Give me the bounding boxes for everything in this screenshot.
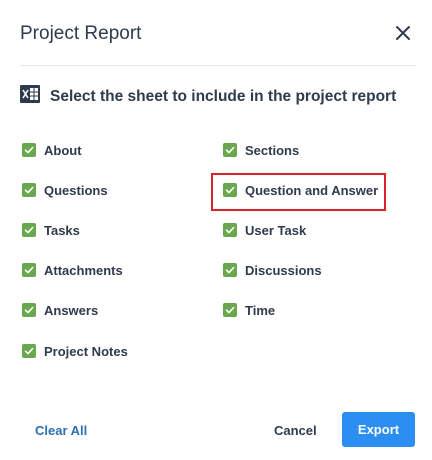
checkbox-tasks[interactable] bbox=[22, 223, 36, 237]
checkmark-icon bbox=[24, 186, 34, 194]
checkbox-answers[interactable] bbox=[22, 303, 36, 317]
project-report-dialog: Project Report Select the sheet to inclu… bbox=[0, 0, 432, 460]
option-discussions[interactable]: Discussions bbox=[223, 260, 322, 280]
checkmark-icon bbox=[225, 146, 235, 154]
checkbox-about[interactable] bbox=[22, 143, 36, 157]
prompt-text: Select the sheet to include in the proje… bbox=[50, 88, 397, 105]
checkmark-icon bbox=[225, 306, 235, 314]
header-divider bbox=[20, 65, 416, 66]
checkbox-discussions[interactable] bbox=[223, 263, 237, 277]
option-label: User Task bbox=[245, 222, 307, 238]
prompt-row: Select the sheet to include in the proje… bbox=[20, 85, 416, 109]
checkmark-icon bbox=[24, 226, 34, 234]
checkbox-project-notes[interactable] bbox=[22, 344, 36, 358]
excel-sheet-icon bbox=[20, 85, 40, 103]
export-button[interactable]: Export bbox=[342, 412, 415, 447]
option-time[interactable]: Time bbox=[223, 300, 275, 320]
option-project-notes[interactable]: Project Notes bbox=[22, 341, 128, 361]
option-user-task[interactable]: User Task bbox=[223, 220, 306, 240]
option-label: Attachments bbox=[44, 262, 123, 278]
option-label: Project Notes bbox=[44, 343, 128, 359]
option-label: Discussions bbox=[245, 262, 322, 278]
option-answers[interactable]: Answers bbox=[22, 300, 98, 320]
checkbox-user-task[interactable] bbox=[223, 223, 237, 237]
dialog-title: Project Report bbox=[20, 23, 142, 44]
option-about[interactable]: About bbox=[22, 140, 82, 160]
option-label: Questions bbox=[44, 182, 108, 198]
checkbox-questions[interactable] bbox=[22, 183, 36, 197]
checkbox-attachments[interactable] bbox=[22, 263, 36, 277]
option-attachments[interactable]: Attachments bbox=[22, 260, 123, 280]
option-tasks[interactable]: Tasks bbox=[22, 220, 80, 240]
checkmark-icon bbox=[24, 347, 34, 355]
option-label: Answers bbox=[44, 302, 99, 318]
checkbox-time[interactable] bbox=[223, 303, 237, 317]
option-label: Tasks bbox=[44, 222, 80, 238]
option-label: About bbox=[44, 142, 82, 158]
checkmark-icon bbox=[225, 226, 235, 234]
checkbox-sections[interactable] bbox=[223, 143, 237, 157]
option-sections[interactable]: Sections bbox=[223, 140, 299, 160]
close-icon[interactable] bbox=[394, 24, 412, 42]
clear-all-button[interactable]: Clear All bbox=[35, 423, 87, 438]
dialog-header: Project Report bbox=[20, 18, 416, 54]
checkmark-icon bbox=[24, 146, 34, 154]
highlight-box bbox=[211, 173, 386, 211]
option-label: Sections bbox=[245, 142, 300, 158]
option-questions[interactable]: Questions bbox=[22, 180, 108, 200]
checkmark-icon bbox=[225, 266, 235, 274]
checkmark-icon bbox=[24, 266, 34, 274]
cancel-button[interactable]: Cancel bbox=[274, 423, 317, 438]
option-label: Time bbox=[245, 302, 276, 318]
checkmark-icon bbox=[24, 306, 34, 314]
